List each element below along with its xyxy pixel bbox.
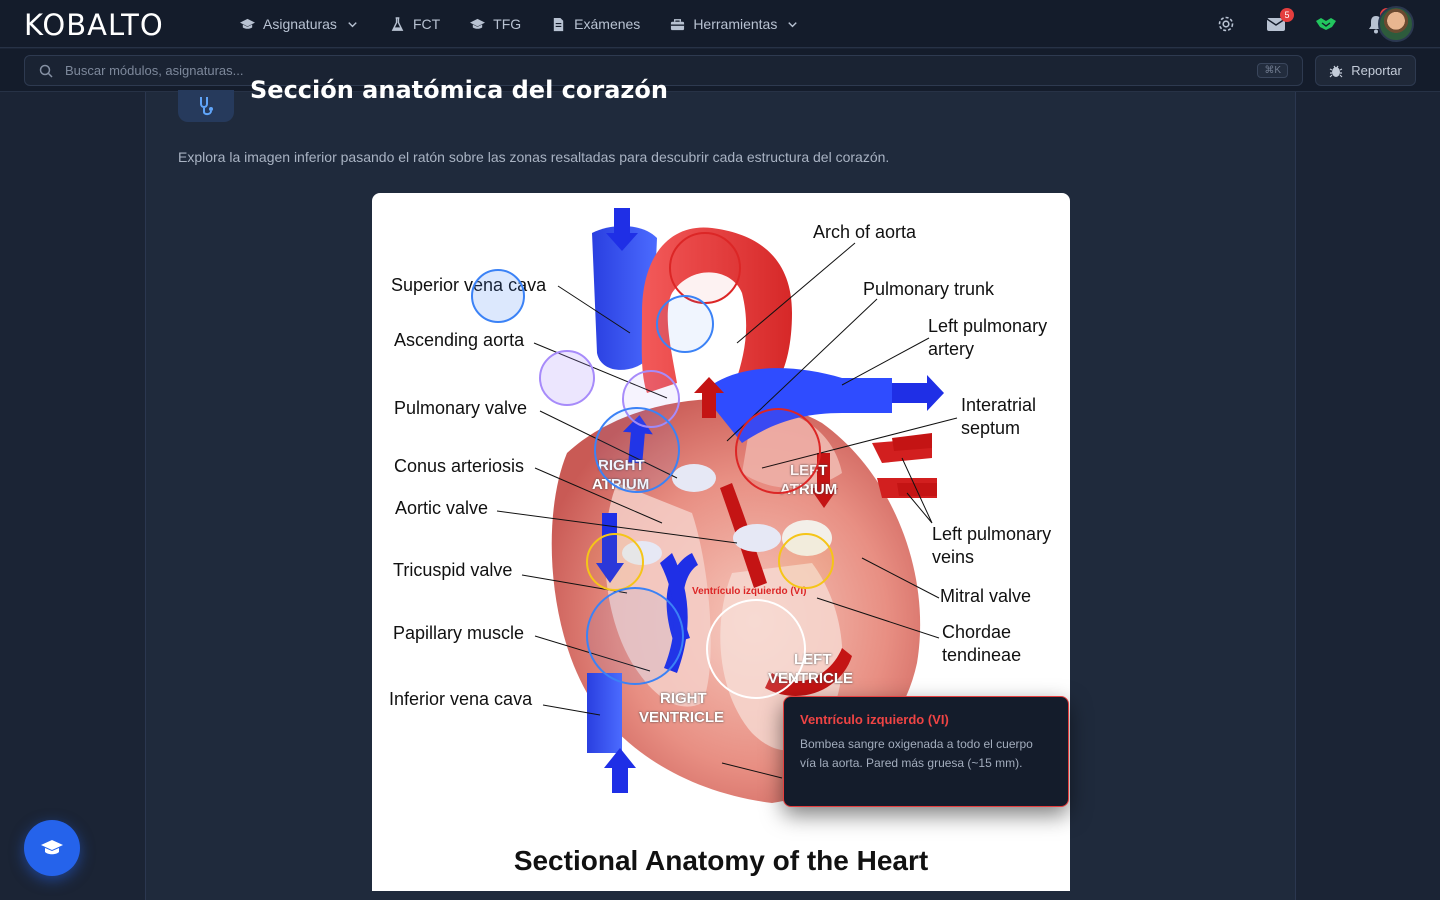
label-papillary-muscle: Papillary muscle	[393, 623, 525, 643]
content-card: Sección anatómica del corazón Explora la…	[145, 76, 1296, 900]
nav-herramientas-label: Herramientas	[693, 16, 778, 32]
app-logo[interactable]: KOBALTO	[24, 8, 164, 42]
label-left-pulmonary-artery-1: Left pulmonary	[928, 316, 1048, 336]
label-right-ventricle-2: VENTRICLE	[639, 709, 725, 726]
label-right-ventricle-1: RIGHT	[660, 690, 707, 707]
gear-icon	[1218, 16, 1234, 32]
handshake-icon	[1316, 18, 1336, 30]
hotspot-superior-vena-cava[interactable]	[471, 269, 525, 323]
label-chordae-tendineae-1: Chordae	[942, 622, 1012, 642]
nav-tfg[interactable]: TFG	[470, 16, 521, 32]
assistant-fab-button[interactable]	[24, 820, 80, 876]
messages-button[interactable]: 5	[1264, 8, 1294, 36]
nav-tfg-label: TFG	[493, 16, 522, 32]
label-pulmonary-valve: Pulmonary valve	[394, 398, 528, 418]
document-icon	[553, 17, 564, 31]
chevron-down-icon	[348, 21, 357, 27]
search-shortcut-hint: ⌘K	[1257, 63, 1288, 78]
stethoscope-icon	[178, 90, 234, 122]
label-left-pulmonary-veins-2: veins	[932, 547, 975, 567]
hotspot-mitral-valve[interactable]	[778, 533, 834, 589]
graduation-cap-icon	[240, 18, 255, 29]
hotspot-right-ventricle[interactable]	[586, 587, 684, 685]
label-left-pulmonary-artery-2: artery	[928, 339, 975, 359]
label-pulmonary-trunk: Pulmonary trunk	[863, 279, 995, 299]
nav-fct[interactable]: FCT	[390, 16, 440, 32]
nav-herramientas[interactable]: Herramientas	[670, 16, 800, 32]
nav-fct-label: FCT	[412, 16, 441, 32]
label-interatrial-septum-1: Interatrial	[961, 395, 1037, 415]
hotspot-hover-label: Ventrículo izquierdo (VI)	[692, 586, 807, 597]
tooltip-title: Ventrículo izquierdo (VI)	[800, 712, 949, 727]
label-interatrial-septum-2: septum	[961, 418, 1021, 438]
hotspot-left-atrium[interactable]	[735, 408, 821, 494]
hotspot-right-atrium[interactable]	[594, 407, 680, 493]
top-navbar: KOBALTO Asignaturas FCT TFG Exámenes Her…	[0, 0, 1440, 48]
label-tricuspid-valve: Tricuspid valve	[393, 560, 513, 580]
label-conus-arteriosis: Conus arteriosis	[394, 456, 525, 476]
toolbox-icon	[671, 18, 685, 30]
settings-button[interactable]	[1214, 12, 1238, 36]
section-title: Sección anatómica del corazón	[250, 76, 668, 104]
label-chordae-tendineae-2: tendineae	[942, 645, 1022, 665]
bug-icon	[1329, 65, 1343, 77]
flask-icon	[391, 16, 404, 31]
figure-caption: Sectional Anatomy of the Heart	[513, 845, 929, 876]
nav-examenes[interactable]: Exámenes	[551, 16, 640, 32]
user-avatar[interactable]	[1378, 6, 1414, 42]
hotspot-ascending-aorta[interactable]	[539, 350, 595, 406]
nav-asignaturas[interactable]: Asignaturas	[240, 16, 360, 32]
report-button[interactable]: Reportar	[1315, 55, 1416, 86]
tooltip-body: Bombea sangre oxigenada a todo el cuerpo…	[800, 737, 1033, 770]
messages-badge: 5	[1280, 8, 1294, 22]
handshake-button[interactable]	[1314, 12, 1338, 36]
hotspot-pulmonary-trunk[interactable]	[656, 295, 714, 353]
label-mitral-valve: Mitral valve	[940, 586, 1032, 606]
label-arch-of-aorta: Arch of aorta	[813, 222, 917, 242]
report-label: Reportar	[1351, 63, 1402, 78]
label-ascending-aorta: Ascending aorta	[394, 330, 525, 350]
label-left-pulmonary-veins-1: Left pulmonary	[932, 524, 1052, 544]
search-row: ⌘K Reportar	[0, 49, 1440, 92]
search-icon	[39, 64, 53, 78]
label-aortic-valve: Aortic valve	[395, 498, 489, 518]
hotspot-tricuspid-valve[interactable]	[586, 533, 644, 591]
label-inferior-vena-cava: Inferior vena cava	[389, 689, 533, 709]
main-nav: Asignaturas FCT TFG Exámenes Herramienta…	[240, 0, 830, 48]
hotspot-tooltip: Ventrículo izquierdo (VI) Bombea sangre …	[783, 696, 1069, 807]
graduation-cap-icon	[41, 840, 63, 855]
section-description: Explora la imagen inferior pasando el ra…	[178, 149, 890, 165]
chevron-down-icon	[788, 21, 798, 27]
hotspot-left-ventricle[interactable]	[706, 599, 806, 699]
nav-asignaturas-label: Asignaturas	[263, 16, 337, 32]
hotspot-arch-of-aorta[interactable]	[669, 232, 741, 304]
nav-examenes-label: Exámenes	[574, 16, 641, 32]
graduation-cap-icon	[470, 18, 486, 29]
